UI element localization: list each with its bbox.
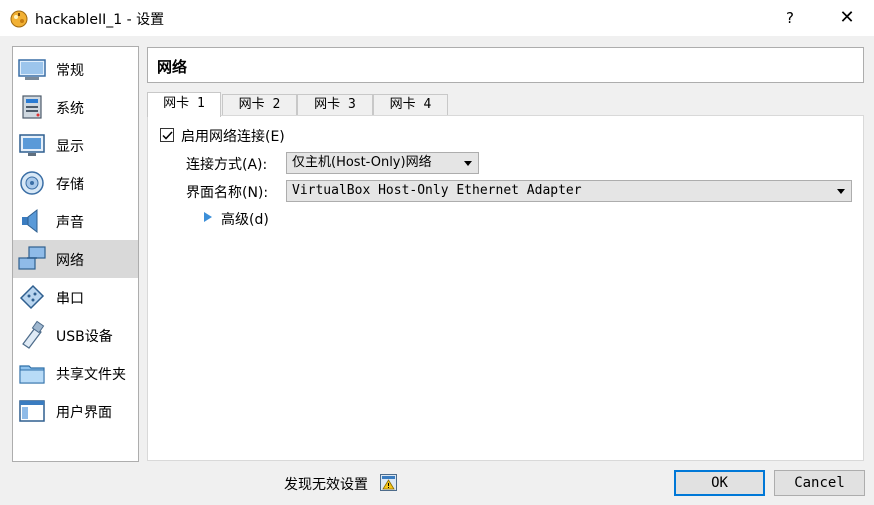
sidebar-item-network[interactable]: 网络 — [13, 240, 138, 278]
sidebar-item-label: 存储 — [56, 177, 84, 193]
warning-icon[interactable] — [380, 474, 397, 491]
advanced-expander[interactable]: 高级(d) — [221, 209, 269, 229]
adapter-name-label: 界面名称(N): — [186, 185, 269, 201]
sidebar-item-shared-folder[interactable]: 共享文件夹 — [13, 354, 138, 392]
tab-adapter-2[interactable]: 网卡 2 — [222, 94, 297, 116]
sidebar-item-audio[interactable]: 声音 — [13, 202, 138, 240]
sidebar-item-display[interactable]: 显示 — [13, 126, 138, 164]
checkmark-icon — [162, 131, 173, 140]
tab-adapter-3[interactable]: 网卡 3 — [297, 94, 373, 116]
adapter-tab-panel: 启用网络连接(E) 连接方式(A): 仅主机(Host-Only)网络 界面名称… — [147, 115, 864, 461]
sidebar-item-label: 显示 — [56, 139, 84, 155]
sidebar-item-label: 串口 — [56, 291, 84, 307]
cancel-button[interactable]: Cancel — [774, 470, 865, 496]
tab-adapter-4[interactable]: 网卡 4 — [373, 94, 448, 116]
serial-port-icon — [19, 284, 45, 310]
enable-network-label[interactable]: 启用网络连接(E) — [181, 126, 285, 146]
general-icon — [18, 59, 46, 80]
sidebar-item-user-interface[interactable]: 用户界面 — [13, 392, 138, 430]
chevron-down-icon — [464, 161, 472, 166]
sidebar-item-label: 网络 — [56, 253, 84, 269]
sidebar-item-label: 系统 — [56, 101, 84, 117]
display-icon — [19, 134, 45, 156]
user-interface-icon — [19, 400, 45, 422]
attached-to-value: 仅主机(Host-Only)网络 — [292, 155, 432, 170]
attached-to-label: 连接方式(A): — [186, 157, 268, 173]
network-icon — [18, 246, 46, 270]
shared-folder-icon — [19, 365, 45, 384]
sidebar-item-label: 用户界面 — [56, 405, 112, 421]
settings-sidebar: 常规 系统 显示 存储 声音 网络 串口 USB设备 共享文件夹 用户界面 — [12, 46, 139, 462]
system-icon — [22, 95, 42, 119]
storage-icon — [20, 171, 44, 195]
expand-arrow-icon[interactable] — [204, 212, 212, 222]
sidebar-item-label: 共享文件夹 — [56, 367, 126, 383]
sidebar-item-label: 常规 — [56, 63, 84, 79]
sidebar-item-usb[interactable]: USB设备 — [13, 316, 138, 354]
sidebar-item-serial-port[interactable]: 串口 — [13, 278, 138, 316]
tab-adapter-1[interactable]: 网卡 1 — [147, 92, 221, 117]
usb-icon — [22, 320, 45, 349]
sidebar-item-storage[interactable]: 存储 — [13, 164, 138, 202]
page-title: 网络 — [157, 58, 188, 76]
attached-to-select[interactable]: 仅主机(Host-Only)网络 — [286, 152, 479, 174]
help-button[interactable]: ? — [778, 6, 802, 30]
ok-button[interactable]: OK — [674, 470, 765, 496]
audio-icon — [22, 208, 38, 234]
sidebar-item-label: 声音 — [56, 215, 84, 231]
sidebar-item-general[interactable]: 常规 — [13, 50, 138, 88]
sidebar-item-label: USB设备 — [56, 329, 113, 345]
adapter-name-select[interactable]: VirtualBox Host-Only Ethernet Adapter — [286, 180, 852, 202]
sidebar-item-system[interactable]: 系统 — [13, 88, 138, 126]
window-title: hackableII_1 - 设置 — [35, 12, 165, 28]
close-icon[interactable]: ✕ — [835, 6, 859, 30]
enable-network-checkbox[interactable] — [160, 128, 174, 142]
virtualbox-app-icon — [10, 10, 28, 28]
chevron-down-icon — [837, 189, 845, 194]
section-header: 网络 — [147, 47, 864, 83]
title-bar: hackableII_1 - 设置 ? ✕ — [0, 0, 874, 36]
invalid-settings-label: 发现无效设置 — [284, 477, 368, 493]
adapter-name-value: VirtualBox Host-Only Ethernet Adapter — [292, 183, 582, 198]
